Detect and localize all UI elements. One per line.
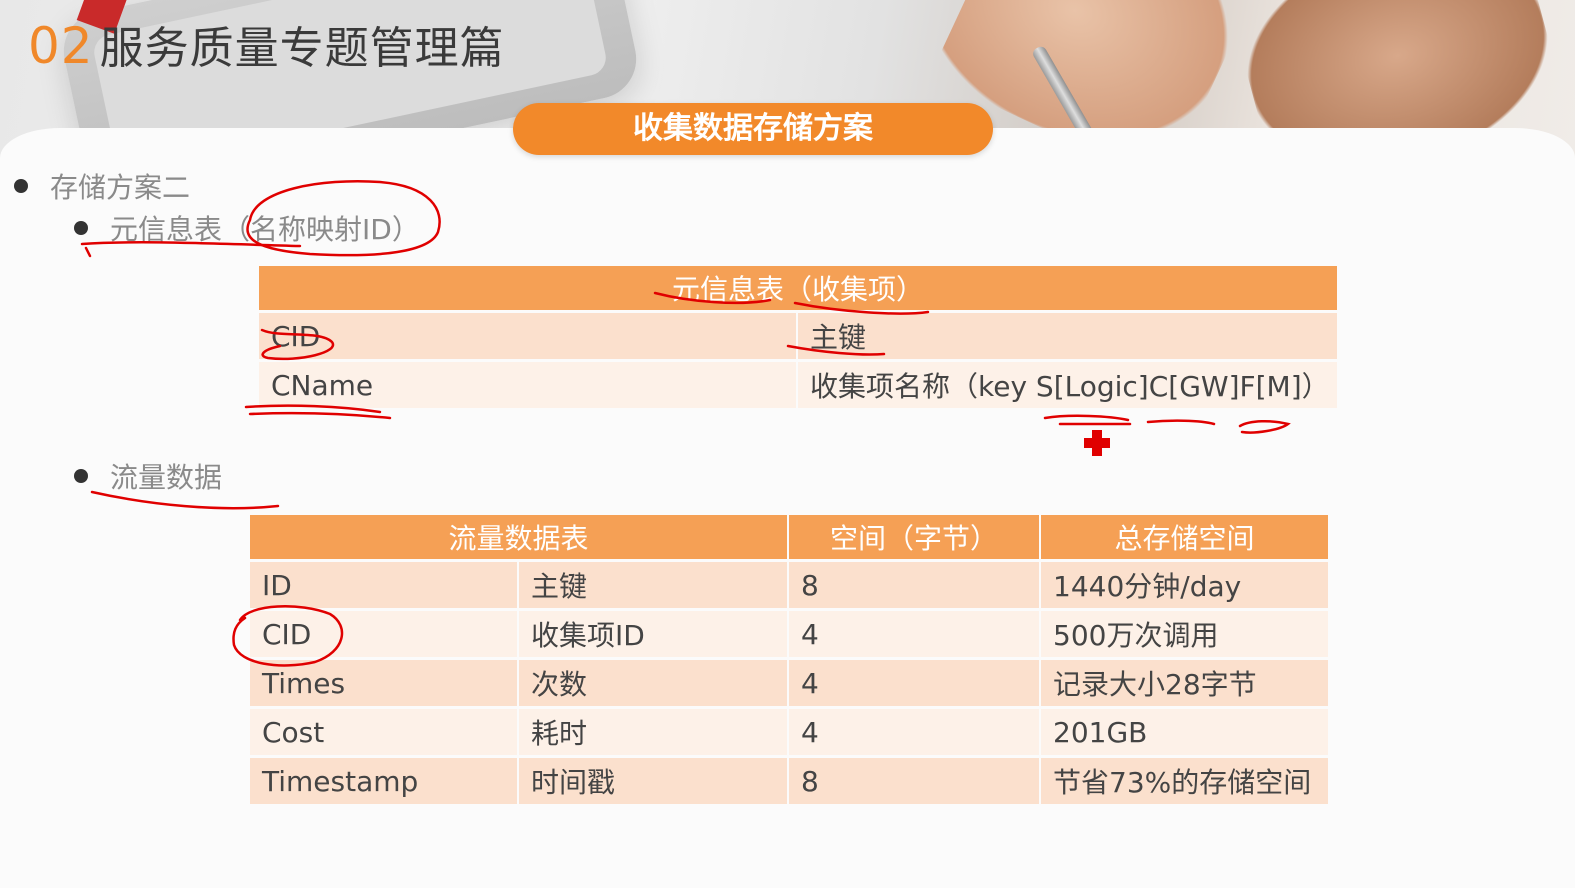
flow-size: 4 [789,709,1041,755]
meta-desc: 收集项名称（key S[Logic]C[GW]F[M]） [798,362,1337,408]
slide-title: 02 服务质量专题管理篇 [28,12,505,76]
meta-field: CName [259,362,798,408]
table-row: Cost 耗时 4 201GB [250,709,1328,755]
flow-field: Timestamp [250,758,519,804]
table-row: ID 主键 8 1440分钟/day [250,562,1328,608]
flow-desc: 耗时 [519,709,789,755]
flow-table-header: 总存储空间 [1041,515,1328,559]
slide-number: 02 [28,17,94,75]
slide-title-text: 服务质量专题管理篇 [99,23,505,74]
flow-size: 4 [789,660,1041,706]
bullet-dot [74,469,88,483]
flow-desc: 时间戳 [519,758,789,804]
table-row: CID 收集项ID 4 500万次调用 [250,611,1328,657]
meta-table-header: 元信息表（收集项） [259,266,1337,310]
meta-field: CID [259,313,798,359]
flow-table-header: 流量数据表 [250,515,789,559]
bullet-plan: 存储方案二 [14,166,190,206]
table-row: CID 主键 [259,313,1337,359]
flow-table: 流量数据表 空间（字节） 总存储空间 ID 主键 8 1440分钟/day CI… [250,512,1328,807]
flow-total: 记录大小28字节 [1041,660,1328,706]
meta-desc: 主键 [798,313,1337,359]
flow-field: CID [250,611,519,657]
flow-field: Times [250,660,519,706]
flow-total: 节省73%的存储空间 [1041,758,1328,804]
flow-field: Cost [250,709,519,755]
bullet-dot [74,221,88,235]
flow-total: 500万次调用 [1041,611,1328,657]
bullet-plan-text: 存储方案二 [50,171,191,204]
bullet-meta-text: 元信息表（名称映射ID） [110,213,420,246]
table-row: Times 次数 4 记录大小28字节 [250,660,1328,706]
flow-field: ID [250,562,519,608]
bullet-flow-text: 流量数据 [110,461,223,494]
flow-desc: 收集项ID [519,611,789,657]
flow-size: 4 [789,611,1041,657]
meta-table: 元信息表（收集项） CID 主键 CName 收集项名称（key S[Logic… [259,263,1337,411]
bullet-flow: 流量数据 [74,456,222,496]
flow-size: 8 [789,758,1041,804]
bullet-dot [14,179,28,193]
section-banner: 收集数据存储方案 [513,103,993,155]
flow-table-header: 空间（字节） [789,515,1041,559]
table-row: Timestamp 时间戳 8 节省73%的存储空间 [250,758,1328,804]
table-row: CName 收集项名称（key S[Logic]C[GW]F[M]） [259,362,1337,408]
flow-total: 1440分钟/day [1041,562,1328,608]
flow-total: 201GB [1041,709,1328,755]
flow-desc: 次数 [519,660,789,706]
flow-size: 8 [789,562,1041,608]
bullet-meta: 元信息表（名称映射ID） [74,208,420,248]
flow-desc: 主键 [519,562,789,608]
